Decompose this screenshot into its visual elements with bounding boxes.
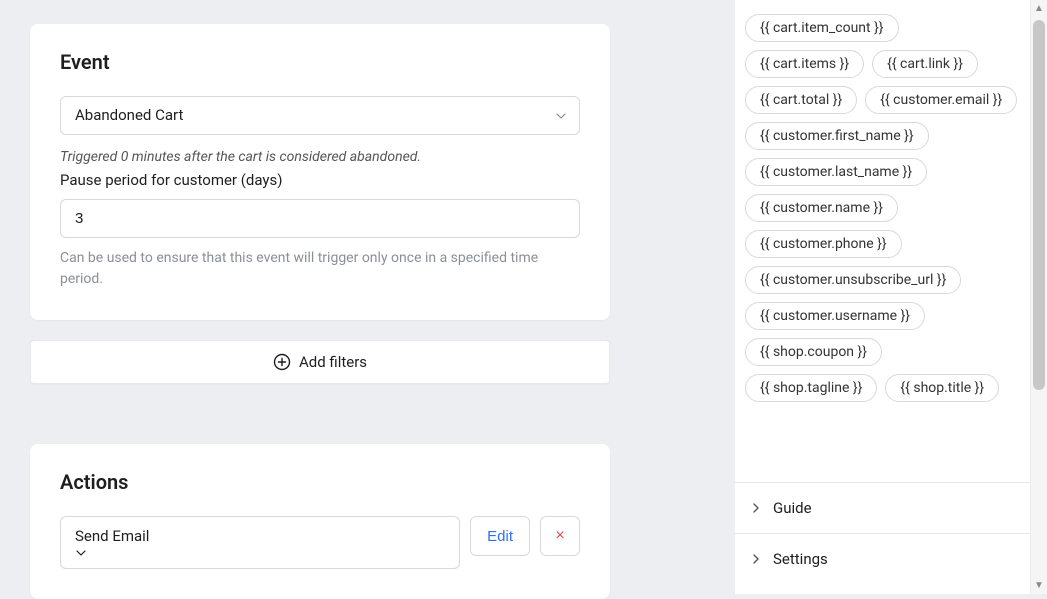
add-filters-button[interactable]: Add filters (30, 340, 610, 384)
variable-chip[interactable]: {{ customer.first_name }} (745, 122, 929, 150)
guide-label: Guide (773, 499, 812, 517)
pause-period-label: Pause period for customer (days) (60, 171, 580, 189)
variable-chip[interactable]: {{ cart.items }} (745, 50, 864, 78)
variable-chip[interactable]: {{ cart.total }} (745, 86, 857, 114)
chevron-right-icon (751, 503, 761, 513)
variable-chip[interactable]: {{ customer.name }} (745, 194, 898, 222)
event-type-value: Abandoned Cart (75, 106, 183, 124)
action-type-select[interactable]: Send Email (60, 516, 460, 569)
delete-action-button[interactable]: × (540, 516, 580, 556)
action-row: Send Email Edit × (60, 516, 580, 569)
scroll-up-arrow-icon[interactable]: ▲ (1031, 0, 1047, 17)
add-filters-label: Add filters (299, 353, 367, 371)
pause-help-text: Can be used to ensure that this event wi… (60, 248, 580, 290)
event-card: Event Abandoned Cart Triggered 0 minutes… (30, 24, 610, 320)
scrollbar-thumb[interactable] (1033, 20, 1045, 390)
guide-accordion[interactable]: Guide (735, 482, 1030, 533)
settings-label: Settings (773, 550, 828, 568)
variable-chip[interactable]: {{ cart.link }} (872, 50, 978, 78)
variable-chip[interactable]: {{ customer.last_name }} (745, 158, 927, 186)
action-type-value: Send Email (75, 527, 149, 545)
actions-title: Actions (60, 470, 580, 494)
plus-circle-icon (273, 353, 291, 371)
event-type-select[interactable]: Abandoned Cart (60, 96, 580, 135)
actions-card: Actions Send Email Edit × (30, 444, 610, 599)
variable-chip[interactable]: {{ customer.phone }} (745, 230, 902, 258)
variable-chips-list: {{ cart.item_count }} {{ cart.items }} {… (735, 0, 1030, 412)
variable-chip[interactable]: {{ customer.unsubscribe_url }} (745, 266, 961, 294)
settings-accordion[interactable]: Settings (735, 533, 1030, 584)
variable-chip[interactable]: {{ shop.tagline }} (745, 374, 877, 402)
main-column: Event Abandoned Cart Triggered 0 minutes… (0, 0, 735, 594)
scroll-down-arrow-icon[interactable]: ▼ (1031, 577, 1047, 594)
chevron-right-icon (751, 554, 761, 564)
pause-period-input[interactable] (60, 199, 580, 238)
variable-chip[interactable]: {{ shop.coupon }} (745, 338, 882, 366)
variable-chip[interactable]: {{ shop.title }} (885, 374, 999, 402)
variable-chip[interactable]: {{ customer.username }} (745, 302, 925, 330)
trigger-help-text: Triggered 0 minutes after the cart is co… (60, 149, 580, 165)
edit-action-button[interactable]: Edit (470, 516, 530, 556)
event-title: Event (60, 50, 580, 74)
chevron-down-icon (75, 547, 423, 559)
sidebar-scrollbar[interactable]: ▲ ▼ (1030, 0, 1047, 594)
chevron-down-icon (555, 110, 567, 122)
sidebar-panel: {{ cart.item_count }} {{ cart.items }} {… (735, 0, 1047, 594)
variable-chip[interactable]: {{ customer.email }} (865, 86, 1017, 114)
variable-chip[interactable]: {{ cart.item_count }} (745, 14, 899, 42)
